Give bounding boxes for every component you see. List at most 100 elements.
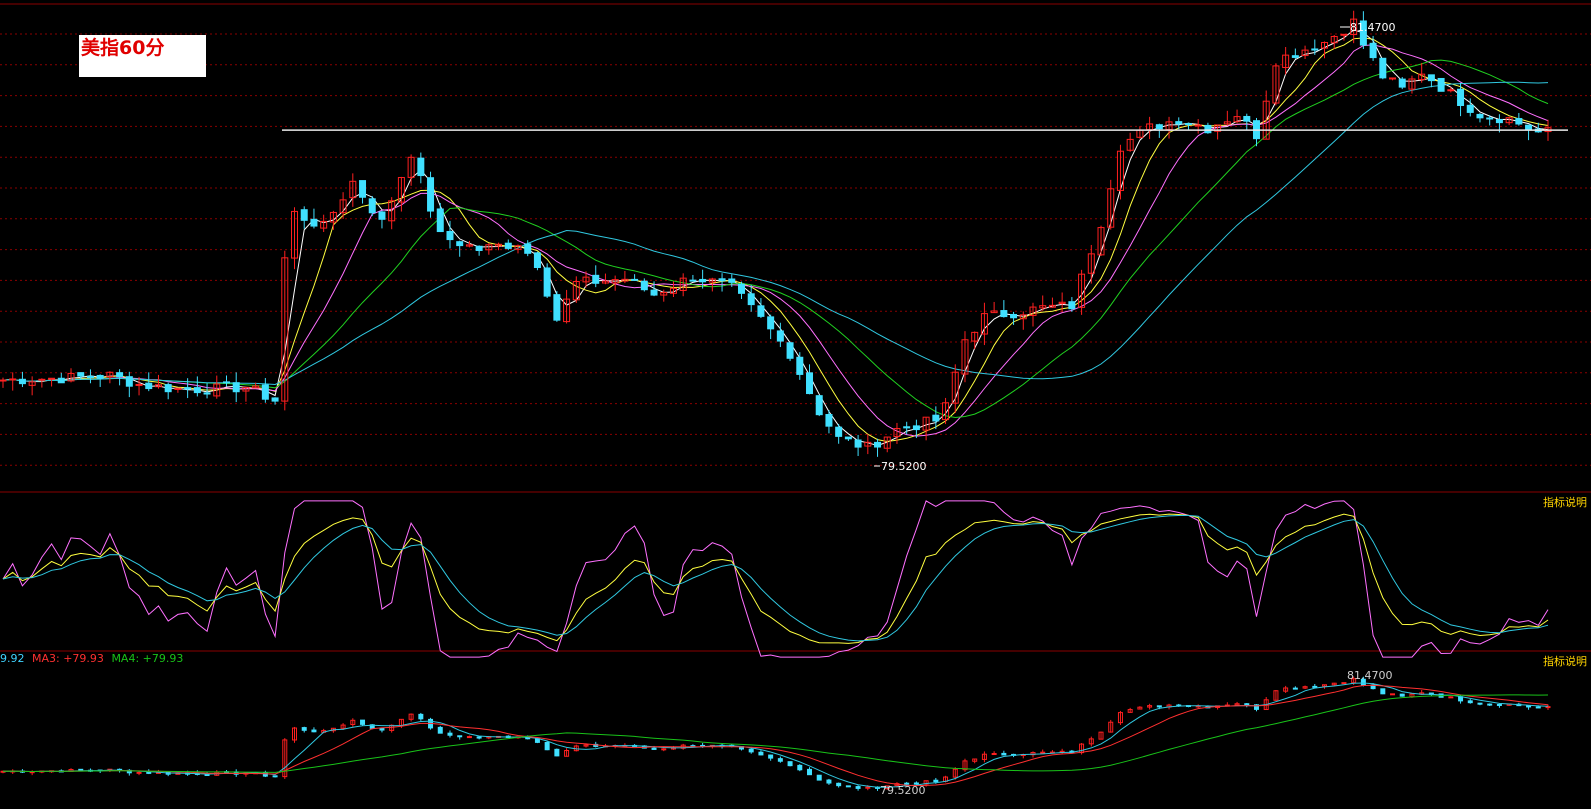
candle-down (368, 198, 376, 214)
sub-candle-down (1292, 687, 1298, 690)
candle-up (1340, 33, 1348, 36)
sub-candle-down (272, 775, 278, 778)
ma-line-green (2, 59, 1549, 419)
sub-candle-down (418, 713, 424, 720)
sub-candle-down (1156, 705, 1162, 708)
candle-down (504, 242, 512, 249)
sub-candle-down (554, 748, 560, 757)
candle-down (718, 278, 726, 282)
low-price-label: 79.5200 (881, 460, 927, 473)
sub-candle-down (1244, 703, 1250, 706)
candle-down (543, 267, 551, 297)
candle-down (436, 208, 444, 233)
sub-candle-down (544, 742, 550, 751)
candle-down (912, 425, 920, 431)
candle-down (932, 414, 940, 422)
candle-down (310, 218, 318, 227)
sub-candle-down (758, 751, 764, 756)
candle-down (1010, 313, 1018, 319)
candle-down (57, 377, 65, 384)
candle-down (699, 278, 707, 283)
candle-down (125, 376, 133, 387)
candle-down (776, 330, 784, 342)
candle-down (1311, 48, 1319, 51)
candle-down (767, 316, 775, 330)
sub-candle-down (826, 779, 832, 784)
legend-ma2: 9.92 (0, 652, 25, 665)
sub-candle-down (797, 764, 803, 771)
sub-candle-down (816, 774, 822, 781)
candle-up (9, 378, 17, 381)
candle-down (874, 441, 882, 448)
sub-candle-down (301, 727, 307, 731)
sub-ma3-line (2, 684, 1549, 787)
sub-candle-down (1312, 685, 1318, 688)
sub-candle-down (1526, 705, 1532, 708)
candle-down (96, 374, 104, 379)
sub-candle-down (476, 736, 482, 739)
sub-candle-down (651, 747, 657, 750)
high-price-marker: 81.4700 (1340, 21, 1396, 34)
candle-down (1369, 42, 1377, 59)
sub-candle-down (1487, 703, 1493, 706)
kdj-k-line (2, 513, 1549, 644)
sub-candle-up (466, 736, 472, 739)
sub-candle-down (78, 768, 84, 771)
candle-up (135, 383, 143, 386)
sub-candle-down (807, 768, 813, 776)
candlesticks (0, 10, 1552, 457)
candle-down (77, 372, 85, 377)
candle-down (1155, 124, 1163, 130)
candle-down (806, 372, 814, 395)
candle-down (757, 305, 765, 317)
candle-down (1427, 74, 1435, 82)
candle-down (796, 356, 804, 375)
candle-down (1437, 77, 1445, 92)
candle-up (1447, 89, 1455, 92)
candle-down (524, 243, 532, 254)
sub-candle-up (1448, 696, 1454, 699)
legend-ma4: MA4: +79.93 (111, 652, 184, 665)
sub-candle-down (204, 774, 210, 777)
ma-line-yellow (2, 37, 1549, 443)
ma-indicator-tag[interactable]: 指标说明 (1543, 653, 1587, 669)
kdj-indicator-lines (2, 500, 1549, 658)
kdj-indicator-tag[interactable]: 指标说明 (1543, 494, 1587, 510)
candle-down (271, 397, 279, 402)
candle-down (456, 241, 464, 247)
candle-down (592, 274, 600, 284)
candle-down (1379, 57, 1387, 79)
candle-down (222, 381, 230, 384)
candle-down (145, 382, 153, 390)
sub-candle-down (1535, 706, 1541, 709)
candle-down (1466, 104, 1474, 113)
candle-down (164, 384, 172, 393)
candle-down (1291, 55, 1299, 58)
candle-up (48, 377, 56, 380)
sub-candle-down (845, 785, 851, 788)
low-price-marker: 79.5200 (874, 460, 927, 473)
sub-candle-down (1496, 703, 1502, 706)
sub-candle-down (457, 735, 463, 738)
candle-down (359, 180, 367, 198)
candle-down (815, 395, 823, 416)
sub-candle-down (836, 782, 842, 787)
grid-lines (0, 3, 1591, 652)
candle-down (427, 177, 435, 212)
candle-down (446, 230, 454, 241)
candle-down (747, 293, 755, 306)
candle-down (184, 387, 192, 390)
candle-down (533, 252, 541, 268)
candle-up (38, 378, 46, 381)
sub-candle-down (768, 754, 774, 759)
ma-legend: 9.92 MA3: +79.93 MA4: +79.93 (0, 652, 183, 665)
sub-candle-down (1380, 688, 1386, 695)
candle-down (1495, 119, 1503, 124)
sub-chart-lines (0, 676, 1551, 791)
ma-line-cyan (2, 81, 1549, 386)
candle-down (1175, 121, 1183, 125)
candle-down (1525, 124, 1533, 130)
candle-down (300, 209, 308, 221)
sub-candle-down (360, 719, 366, 725)
high-price-label: 81.4700 (1350, 21, 1396, 34)
